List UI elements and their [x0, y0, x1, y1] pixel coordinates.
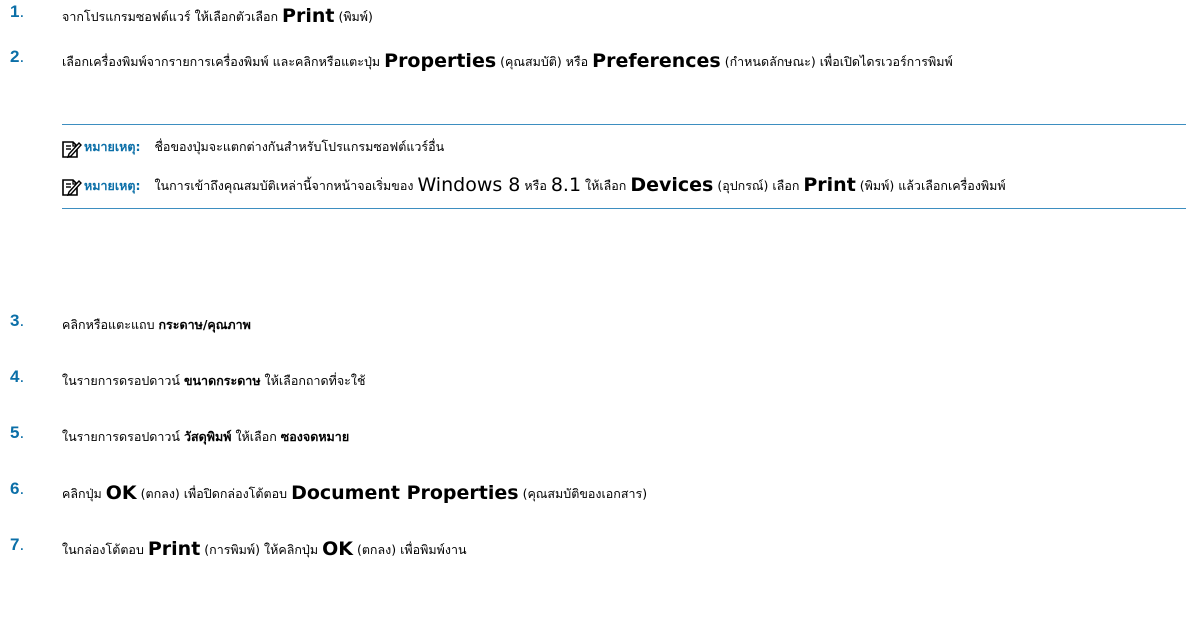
step-number: 4. — [10, 367, 25, 386]
step-number: 6. — [10, 479, 25, 498]
ui-option: ซองจดหมาย — [280, 429, 350, 444]
ui-option: ขนาดกระดาษ — [183, 373, 261, 388]
note-2: หมายเหตุ: ในการเข้าถึงคุณสมบัติเหล่านี้จา… — [62, 171, 1186, 200]
step-number: 2. — [10, 47, 25, 66]
step-number: 5. — [10, 423, 25, 442]
ui-option: วัสดุพิมพ์ — [183, 429, 232, 444]
text-run: ในรายการดรอปดาวน์ — [62, 429, 184, 444]
os-name: 8.1 — [550, 174, 582, 196]
ui-term: OK — [105, 482, 137, 504]
step-number: 3. — [10, 311, 25, 330]
text-run: ให้เลือก — [231, 429, 281, 444]
step-text: จากโปรแกรมซอฟต์แวร์ ให้เลือกตัวเลือก Pri… — [62, 2, 1176, 31]
ui-term: Preferences — [592, 50, 721, 72]
note-1: หมายเหตุ: ชื่อของปุ่มจะแตกต่างกันสำหรับโป… — [62, 133, 1186, 161]
notes-block: หมายเหตุ: ชื่อของปุ่มจะแตกต่างกันสำหรับโป… — [62, 124, 1186, 209]
ui-option: กระดาษ/คุณภาพ — [158, 317, 251, 332]
ui-term: Print — [147, 538, 201, 560]
ui-term: Devices — [630, 174, 714, 196]
step-text: คลิกปุ่ม OK (ตกลง) เพื่อปิดกล่องโต้ตอบ D… — [62, 479, 1176, 508]
note-text: ในการเข้าถึงคุณสมบัติเหล่านี้จากหน้าจอเร… — [154, 174, 1006, 196]
note-pencil-icon — [60, 176, 82, 198]
text-run: ชื่อของปุ่มจะแตกต่างกันสำหรับโปรแกรมซอฟต… — [154, 139, 445, 154]
text-run: ในการเข้าถึงคุณสมบัติเหล่านี้จากหน้าจอเร… — [154, 178, 418, 193]
text-run: (คุณสมบัติของเอกสาร) — [518, 486, 648, 501]
text-run: คลิกหรือแตะแถบ — [62, 317, 159, 332]
ui-term: Print — [282, 5, 335, 27]
text-run: เลือกเครื่องพิมพ์จากรายการเครื่องพิมพ์ แ… — [62, 54, 385, 69]
note-pencil-icon — [60, 138, 82, 160]
text-run: (พิมพ์) แล้วเลือกเครื่องพิมพ์ — [855, 178, 1006, 193]
text-run: ให้เลือกถาดที่จะใช้ — [260, 373, 366, 388]
text-run: (คุณสมบัติ) หรือ — [496, 54, 593, 69]
text-run: คลิกปุ่ม — [62, 486, 106, 501]
text-run: (การพิมพ์) ให้คลิกปุ่ม — [200, 542, 323, 557]
text-run: ในกล่องโต้ตอบ — [62, 542, 148, 557]
ui-term: Document Properties — [291, 482, 519, 504]
note-text: ชื่อของปุ่มจะแตกต่างกันสำหรับโปรแกรมซอฟต… — [154, 139, 444, 154]
text-run: ในรายการดรอปดาวน์ — [62, 373, 184, 388]
step-text: เลือกเครื่องพิมพ์จากรายการเครื่องพิมพ์ แ… — [62, 47, 1146, 76]
step-text: ในรายการดรอปดาวน์ ขนาดกระดาษ ให้เลือกถาด… — [62, 367, 1176, 395]
step-number: 7. — [10, 535, 25, 554]
text-run: (พิมพ์) — [334, 9, 373, 24]
ui-term: Properties — [384, 50, 497, 72]
text-run: หรือ — [520, 178, 551, 193]
note-label: หมายเหตุ: — [84, 139, 141, 154]
ui-term: OK — [322, 538, 353, 560]
step-number: 1. — [10, 2, 25, 21]
text-run: จากโปรแกรมซอฟต์แวร์ ให้เลือกตัวเลือก — [62, 9, 283, 24]
step-text: ในรายการดรอปดาวน์ วัสดุพิมพ์ ให้เลือก ซอ… — [62, 423, 1176, 451]
text-run: (ตกลง) เพื่อปิดกล่องโต้ตอบ — [136, 486, 292, 501]
text-run: (อุปกรณ์) เลือก — [713, 178, 804, 193]
text-run: (ตกลง) เพื่อพิมพ์งาน — [352, 542, 467, 557]
step-text: ในกล่องโต้ตอบ Print (การพิมพ์) ให้คลิกปุ… — [62, 535, 1176, 564]
ui-term: Print — [803, 174, 856, 196]
step-text: คลิกหรือแตะแถบ กระดาษ/คุณภาพ — [62, 311, 1176, 339]
text-run: ให้เลือก — [581, 178, 631, 193]
note-label: หมายเหตุ: — [84, 178, 141, 193]
text-run: (กำหนดลักษณะ) เพื่อเปิดไดรเวอร์การพิมพ์ — [720, 54, 953, 69]
os-name: Windows 8 — [417, 174, 521, 196]
